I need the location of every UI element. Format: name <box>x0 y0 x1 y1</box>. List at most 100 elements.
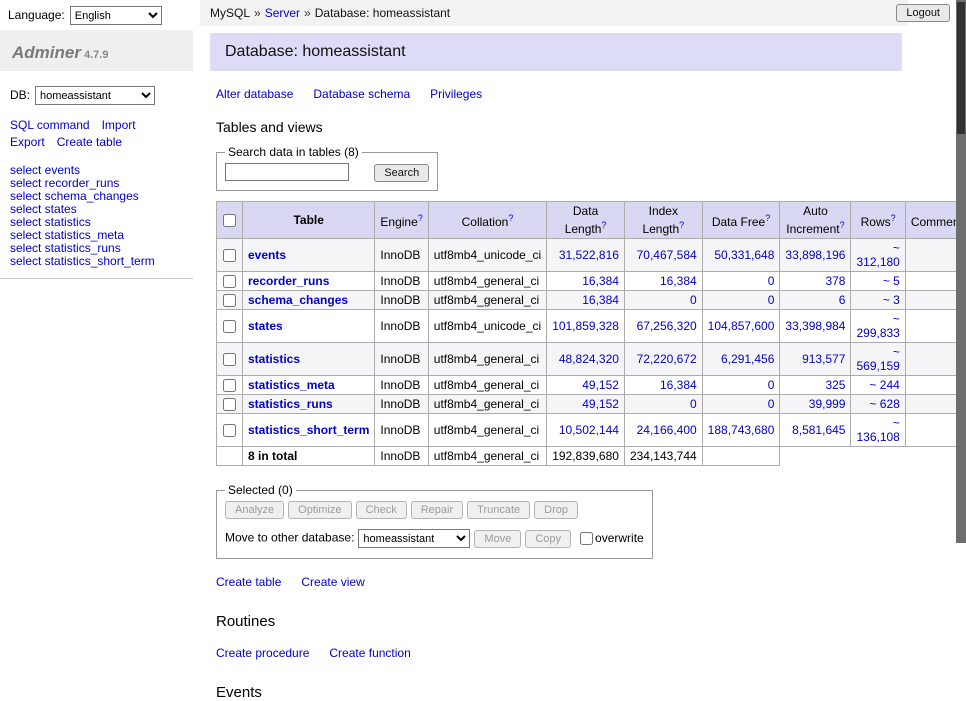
create-table-link[interactable]: Create table <box>216 575 281 589</box>
index-length-link[interactable]: 72,220,672 <box>637 352 697 366</box>
data-length-link[interactable]: 16,384 <box>582 293 619 307</box>
data-free-link[interactable]: 0 <box>768 293 775 307</box>
rows-count-link[interactable]: ~ 3 <box>883 293 900 307</box>
export-link[interactable]: Export <box>10 135 45 149</box>
column-header-table: Table <box>243 202 375 239</box>
column-help-link[interactable]: ? <box>418 213 423 223</box>
data-length-link[interactable]: 31,522,816 <box>559 248 619 262</box>
table-name-link[interactable]: statistics <box>248 352 300 366</box>
data-free-link[interactable]: 0 <box>768 397 775 411</box>
auto-increment-link[interactable]: 33,398,984 <box>785 319 845 333</box>
index-length-link[interactable]: 24,166,400 <box>637 423 697 437</box>
sql-command-link[interactable]: SQL command <box>10 118 90 132</box>
data-free-link[interactable]: 188,743,680 <box>708 423 775 437</box>
database-schema-link[interactable]: Database schema <box>313 87 410 101</box>
breadcrumb-server-link[interactable]: Server <box>265 6 300 20</box>
index-length-link[interactable]: 0 <box>690 293 697 307</box>
rows-count-link[interactable]: ~ 312,180 <box>856 241 899 269</box>
index-length-link[interactable]: 16,384 <box>660 274 697 288</box>
alter-database-link[interactable]: Alter database <box>216 87 293 101</box>
move-button[interactable]: Move <box>474 530 521 548</box>
row-checkbox[interactable] <box>223 320 236 333</box>
import-link[interactable]: Import <box>102 118 136 132</box>
select-all-checkbox[interactable] <box>223 214 236 227</box>
column-help-link[interactable]: ? <box>891 213 896 223</box>
table-name-link[interactable]: recorder_runs <box>248 274 329 288</box>
sidebar-actions-line2: Export Create table <box>10 134 183 151</box>
row-checkbox[interactable] <box>223 379 236 392</box>
move-db-select[interactable]: homeassistant <box>358 529 470 548</box>
row-checkbox[interactable] <box>223 398 236 411</box>
create-table-link[interactable]: Create table <box>57 135 122 149</box>
index-length-link[interactable]: 67,256,320 <box>637 319 697 333</box>
data-free-link[interactable]: 104,857,600 <box>708 319 775 333</box>
rows-count-link[interactable]: ~ 136,108 <box>856 416 899 444</box>
table-name-link[interactable]: statistics_runs <box>248 397 333 411</box>
select-statistics-short-term-link[interactable]: select statistics_short_term <box>10 255 193 268</box>
repair-button[interactable]: Repair <box>411 501 463 519</box>
logout-button[interactable]: Logout <box>896 4 950 22</box>
check-button[interactable]: Check <box>356 501 407 519</box>
data-length-link[interactable]: 49,152 <box>582 378 619 392</box>
auto-increment-link[interactable]: 8,581,645 <box>792 423 845 437</box>
data-length-link[interactable]: 16,384 <box>582 274 619 288</box>
analyze-button[interactable]: Analyze <box>225 501 284 519</box>
auto-increment-link[interactable]: 33,898,196 <box>785 248 845 262</box>
rows-count-link[interactable]: ~ 569,159 <box>856 345 899 373</box>
data-free-link[interactable]: 0 <box>768 378 775 392</box>
auto-increment-link[interactable]: 378 <box>825 274 845 288</box>
table-name-link[interactable]: states <box>248 319 283 333</box>
data-free-link[interactable]: 50,331,648 <box>714 248 774 262</box>
db-select[interactable]: homeassistant <box>35 86 155 105</box>
data-length-link[interactable]: 49,152 <box>582 397 619 411</box>
selected-legend: Selected (0) <box>225 483 296 497</box>
drop-button[interactable]: Drop <box>534 501 578 519</box>
truncate-button[interactable]: Truncate <box>467 501 530 519</box>
vertical-scrollbar[interactable] <box>956 0 966 543</box>
auto-increment-link[interactable]: 6 <box>839 293 846 307</box>
privileges-link[interactable]: Privileges <box>430 87 482 101</box>
table-name-link[interactable]: events <box>248 248 286 262</box>
search-input[interactable] <box>225 163 349 181</box>
index-length-link[interactable]: 0 <box>690 397 697 411</box>
search-button[interactable]: Search <box>374 164 429 182</box>
create-function-link[interactable]: Create function <box>329 646 410 660</box>
rows-count-link[interactable]: ~ 5 <box>883 274 900 288</box>
table-name-link[interactable]: statistics_meta <box>248 378 335 392</box>
table-name-link[interactable]: statistics_short_term <box>248 423 369 437</box>
create-view-link[interactable]: Create view <box>301 575 364 589</box>
index-length-link[interactable]: 16,384 <box>660 378 697 392</box>
rows-count-link[interactable]: ~ 244 <box>869 378 899 392</box>
row-checkbox[interactable] <box>223 275 236 288</box>
copy-button[interactable]: Copy <box>525 530 571 548</box>
column-help-link[interactable]: ? <box>508 213 513 223</box>
breadcrumb-mysql-link[interactable]: MySQL <box>210 6 250 20</box>
row-checkbox[interactable] <box>223 249 236 262</box>
data-length-link[interactable]: 10,502,144 <box>559 423 619 437</box>
app-title: Adminer4.7.9 <box>0 30 193 71</box>
index-length-link[interactable]: 70,467,584 <box>637 248 697 262</box>
optimize-button[interactable]: Optimize <box>288 501 351 519</box>
data-length-link[interactable]: 48,824,320 <box>559 352 619 366</box>
rows-count-link[interactable]: ~ 628 <box>869 397 899 411</box>
row-checkbox[interactable] <box>223 294 236 307</box>
auto-increment-link[interactable]: 913,577 <box>802 352 845 366</box>
data-free-link[interactable]: 0 <box>768 274 775 288</box>
column-help-link[interactable]: ? <box>765 213 770 223</box>
column-help-link[interactable]: ? <box>679 220 684 230</box>
data-length-link[interactable]: 101,859,328 <box>552 319 619 333</box>
column-help-link[interactable]: ? <box>601 220 606 230</box>
auto-increment-link[interactable]: 325 <box>825 378 845 392</box>
language-select[interactable]: English <box>70 6 162 25</box>
total-index-length: 234,143,744 <box>624 447 702 466</box>
row-checkbox[interactable] <box>223 353 236 366</box>
column-help-link[interactable]: ? <box>840 220 845 230</box>
engine-cell: InnoDB <box>375 414 428 447</box>
auto-increment-link[interactable]: 39,999 <box>809 397 846 411</box>
data-free-link[interactable]: 6,291,456 <box>721 352 774 366</box>
table-name-link[interactable]: schema_changes <box>248 293 348 307</box>
scrollbar-thumb[interactable] <box>957 2 965 134</box>
rows-count-link[interactable]: ~ 299,833 <box>856 312 899 340</box>
row-checkbox[interactable] <box>223 424 236 437</box>
create-procedure-link[interactable]: Create procedure <box>216 646 309 660</box>
